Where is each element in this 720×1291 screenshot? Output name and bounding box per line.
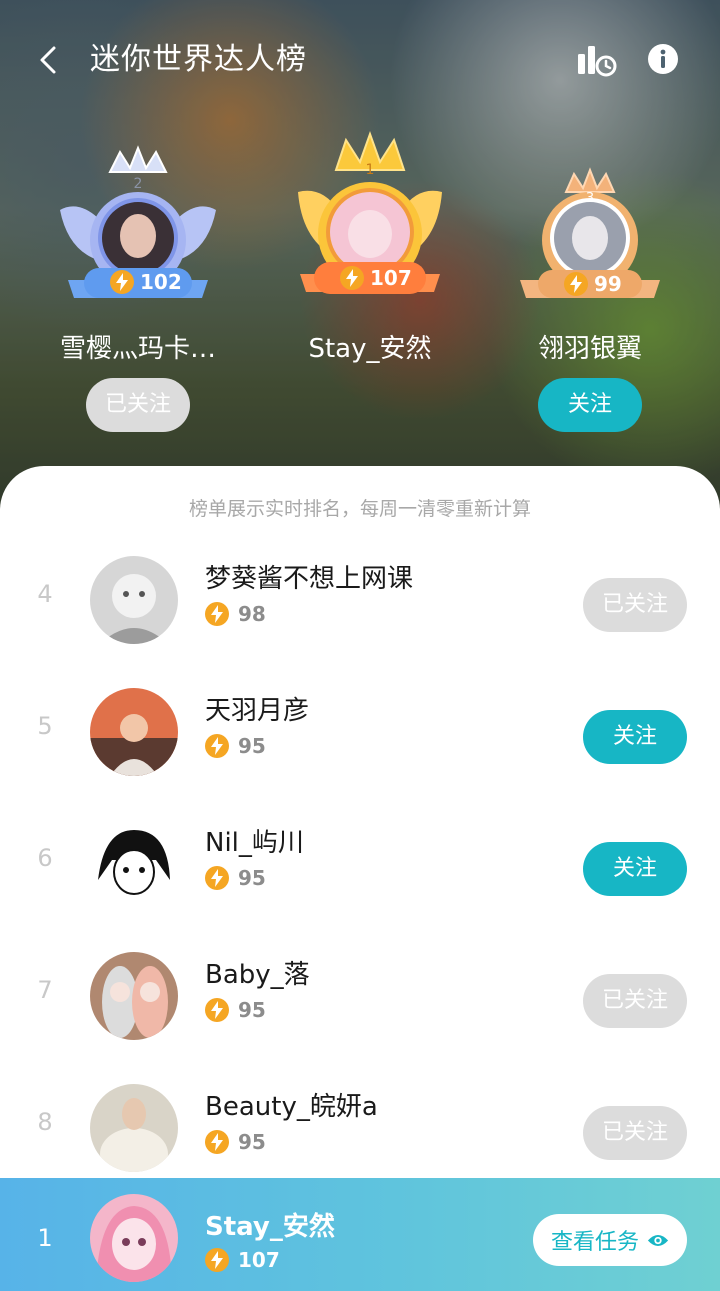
info-button[interactable] xyxy=(646,42,680,76)
user-score: 95 xyxy=(205,1128,266,1156)
podium-rank-1[interactable]: 1 107 Stay_安然 xyxy=(270,130,470,460)
followed-button[interactable]: 已关注 xyxy=(583,578,687,632)
my-rank-number: 1 xyxy=(37,1224,53,1252)
podium-score: 99 xyxy=(564,272,622,296)
user-score: 95 xyxy=(205,996,266,1024)
rank-number: 8 xyxy=(37,1108,53,1136)
bolt-icon xyxy=(205,1130,229,1154)
my-score: 107 xyxy=(205,1248,280,1272)
follow-button[interactable]: 关注 xyxy=(538,378,642,432)
bolt-icon xyxy=(205,998,229,1022)
rank-number: 7 xyxy=(37,976,53,1004)
list-item[interactable]: 6 Nil_屿川 95 关注 xyxy=(0,800,720,932)
ranking-history-button[interactable] xyxy=(574,40,618,80)
podium-name: 翎羽银翼 xyxy=(537,334,642,364)
rank-number: 5 xyxy=(37,712,53,740)
bolt-icon xyxy=(205,866,229,890)
followed-button[interactable]: 已关注 xyxy=(583,1106,687,1160)
bolt-icon xyxy=(340,266,364,290)
view-tasks-button[interactable]: 查看任务 xyxy=(533,1214,687,1266)
avatar[interactable] xyxy=(90,556,178,644)
back-button[interactable] xyxy=(30,40,70,80)
bolt-icon xyxy=(205,1248,229,1272)
svg-text:3: 3 xyxy=(586,191,594,206)
ranking-clock-icon xyxy=(578,46,617,77)
avatar[interactable] xyxy=(90,820,178,908)
avatar[interactable] xyxy=(90,688,178,776)
list-item[interactable]: 5 天羽月彦 95 关注 xyxy=(0,668,720,800)
my-rank-bar[interactable]: 1 Stay_安然 107 查看任务 xyxy=(0,1178,720,1291)
user-score: 95 xyxy=(205,732,266,760)
followed-button[interactable]: 已关注 xyxy=(583,974,687,1028)
podium-name: 雪樱灬玛卡… xyxy=(59,334,216,364)
follow-button[interactable]: 关注 xyxy=(583,842,687,896)
my-user-name: Stay_安然 xyxy=(205,1212,335,1242)
svg-text:2: 2 xyxy=(134,176,143,192)
view-tasks-label: 查看任务 xyxy=(550,1230,639,1255)
user-name: Beauty_皖妍a xyxy=(205,1092,378,1122)
followed-button[interactable]: 已关注 xyxy=(86,378,190,432)
podium-rank-3[interactable]: 3 99 翎羽银翼 关注 xyxy=(490,130,690,460)
list-item[interactable]: 7 Baby_落 95 已关注 xyxy=(0,932,720,1064)
my-avatar[interactable] xyxy=(90,1194,178,1282)
ranking-notice: 榜单展示实时排名，每周一清零重新计算 xyxy=(188,498,531,520)
header-banner: 迷你世界达人榜 2 102 雪樱灬玛卡… 已关注 1 107 Stay_安然 3… xyxy=(0,0,720,520)
page-title: 迷你世界达人榜 xyxy=(90,42,307,77)
podium-rank-2[interactable]: 2 102 雪樱灬玛卡… 已关注 xyxy=(38,130,238,460)
user-name: Nil_屿川 xyxy=(205,828,304,858)
top-bar: 迷你世界达人榜 xyxy=(0,28,720,92)
eye-icon xyxy=(647,1234,669,1246)
bolt-icon xyxy=(205,602,229,626)
svg-text:1: 1 xyxy=(366,162,375,178)
rank-number: 6 xyxy=(37,844,53,872)
ranking-list-card: 榜单展示实时排名，每周一清零重新计算 4 梦葵酱不想上网课 98 已关注 5 天… xyxy=(0,466,720,1291)
avatar[interactable] xyxy=(90,1084,178,1172)
rank-number: 4 xyxy=(37,580,53,608)
podium-name: Stay_安然 xyxy=(308,334,432,364)
user-name: 天羽月彦 xyxy=(205,696,310,726)
avatar[interactable] xyxy=(90,952,178,1040)
user-score: 95 xyxy=(205,864,266,892)
user-name: 梦葵酱不想上网课 xyxy=(205,564,414,594)
bolt-icon xyxy=(564,272,588,296)
gold-medal-badge: 1 xyxy=(298,131,442,294)
user-name: Baby_落 xyxy=(205,960,310,990)
bolt-icon xyxy=(205,734,229,758)
user-score: 98 xyxy=(205,600,266,628)
bolt-icon xyxy=(110,270,134,294)
list-item[interactable]: 8 Beauty_皖妍a 95 已关注 xyxy=(0,1064,720,1196)
podium-score: 107 xyxy=(340,266,412,290)
podium-score: 102 xyxy=(110,270,182,294)
info-icon xyxy=(648,44,678,74)
follow-button[interactable]: 关注 xyxy=(583,710,687,764)
list-item[interactable]: 4 梦葵酱不想上网课 98 已关注 xyxy=(0,536,720,668)
chevron-left-icon xyxy=(40,46,56,74)
